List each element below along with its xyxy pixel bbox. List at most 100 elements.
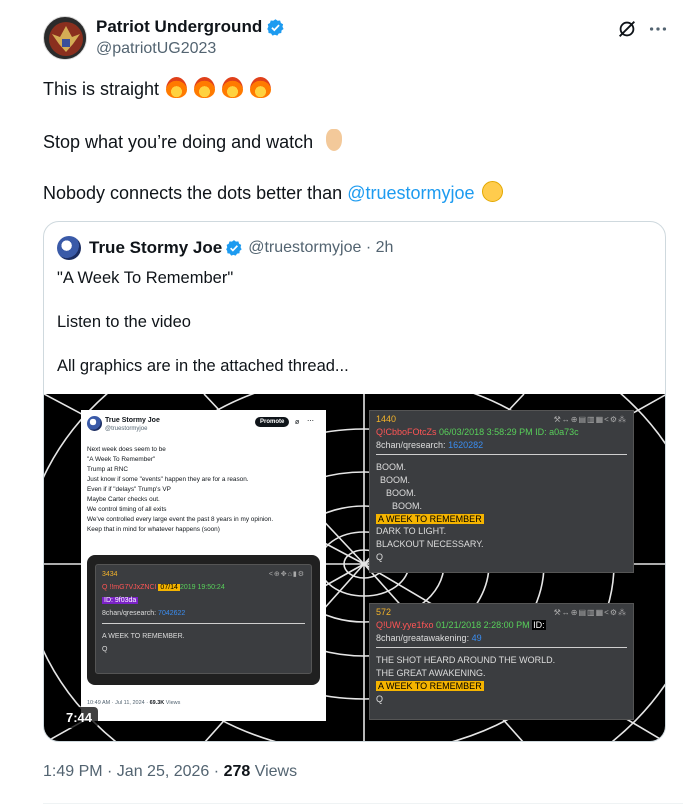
fire-emoji-icon <box>222 77 244 98</box>
qpost-id: ID: <box>532 619 546 630</box>
tweet-header: Patriot Underground @patriotUG2023 <box>43 12 683 68</box>
view-count-label: Views <box>254 763 298 780</box>
qpost-ref: 7042622 <box>158 610 186 617</box>
author-handle[interactable]: @patriotUG2023 <box>96 40 216 58</box>
screenshot-line: Keep that in mind for whatever happens (… <box>87 526 220 533</box>
fire-emoji-icon <box>250 77 272 98</box>
qpost-number: 572 <box>376 607 392 617</box>
qpost-date: 2019 19:50:24 <box>179 584 225 591</box>
view-count: 278 <box>223 763 251 780</box>
quoted-author-handle-time[interactable]: @truestormyjoe · 2h <box>248 239 393 257</box>
qpost-572: 572 ⚒↔⊕▤▥▦<⚙⁂ Q!UW.yye1fxo 01/21/2018 2:… <box>369 603 634 720</box>
qpost-sign: Q <box>376 551 384 562</box>
screenshot-more-icon: ⋯ <box>307 418 314 425</box>
fire-emoji-icon <box>166 77 188 98</box>
qpost-divider <box>102 623 305 624</box>
qpost-line: BOOM. <box>380 475 411 486</box>
screenshot-text: Next week does seem to be "A Week To Rem… <box>87 445 322 535</box>
qpost-trip: !UW.yye1fxo <box>383 619 434 630</box>
qpost-divider <box>376 454 627 456</box>
grok-icon[interactable] <box>616 18 638 40</box>
tweet-line-2-text: Stop what you’re doing and watch <box>43 132 314 152</box>
author-display-name[interactable]: Patriot Underground <box>96 17 262 37</box>
screenshot-line: Just know if some "events" happen they a… <box>87 476 249 483</box>
embedded-tweet-screenshot: True Stormy Joe @truestormyjoe Promote ø… <box>81 410 326 721</box>
screenshot-footer-time: 10:49 AM · Jul 11, 2024 · <box>87 700 149 706</box>
video-player[interactable]: True Stormy Joe @truestormyjoe Promote ø… <box>44 394 665 741</box>
screenshot-promote-button: Promote <box>255 417 290 427</box>
screenshot-line: Even if if "delays" Trump's VP <box>87 486 171 493</box>
qpost-id: ID: a0a73c <box>535 426 579 437</box>
qpost-divider <box>376 647 627 649</box>
qpost-tools-icon: ⚒↔⊕▤▥▦<⚙⁂ <box>553 415 627 424</box>
qpost-q: Q <box>102 584 108 591</box>
qpost-date: 06/03/2018 3:58:29 PM <box>439 426 533 437</box>
qpost-date-tag: 07/14 <box>158 584 180 591</box>
screenshot-line: Next week does seem to be <box>87 446 166 453</box>
screenshot-line: "A Week To Remember" <box>87 456 156 463</box>
mention-link[interactable]: @truestormyjoe <box>347 183 474 203</box>
qpost-tools-icon: <⊕✥⌂▮⚙ <box>268 571 305 578</box>
tweet-timestamp[interactable]: 1:49 PM · Jan 25, 2026 · <box>43 763 219 780</box>
qpost-line: BLACKOUT NECESSARY. <box>376 539 484 550</box>
quoted-tweet-header: True Stormy Joe @truestormyjoe · 2h <box>57 236 393 260</box>
qpost-date: 01/21/2018 2:28:00 PM <box>436 619 530 630</box>
qpost-tag: A WEEK TO REMEMBER <box>376 513 484 524</box>
qpost-number: 3434 <box>102 571 118 578</box>
verified-badge-icon <box>267 18 284 36</box>
screenshot-line: Maybe Carter checks out. <box>87 496 160 503</box>
tweet-text-line-2: Stop what you’re doing and watch <box>43 129 683 154</box>
video-duration-badge: 7:44 <box>60 707 99 728</box>
author-name-row: Patriot Underground <box>96 17 285 37</box>
tweet-meta: 1:49 PM · Jan 25, 2026 · 278 Views <box>43 763 297 781</box>
eagle-emblem-icon <box>45 18 86 59</box>
qpost-line: THE GREAT AWAKENING. <box>376 668 486 679</box>
qpost-line: DARK TO LIGHT. <box>376 526 447 537</box>
screenshot-line: We control timing of all exits <box>87 506 167 513</box>
quoted-tweet-card[interactable]: True Stormy Joe @truestormyjoe · 2h "A W… <box>43 221 666 742</box>
qpost-ref: 1620282 <box>448 439 484 450</box>
qpost-line: BOOM. <box>392 500 423 511</box>
qpost-trip: !!mG7VJxZNCI <box>109 584 157 591</box>
qpost-ref: 49 <box>471 632 482 643</box>
tweet-text-line-3: Nobody connects the dots better than @tr… <box>43 181 683 205</box>
screenshot-footer: 10:49 AM · Jul 11, 2024 · 69.3K Views <box>87 700 180 706</box>
screenshot-qpost: 3434 <⊕✥⌂▮⚙ Q !!mG7VJxZNCI 07/14 2019 19:5… <box>95 564 312 674</box>
author-avatar[interactable] <box>43 16 87 60</box>
more-icon[interactable] <box>647 18 669 40</box>
quoted-text-line-3: All graphics are in the attached thread.… <box>57 357 349 375</box>
qpost-sign: Q <box>102 646 108 653</box>
qpost-board: 8chan/qresearch: <box>102 610 157 617</box>
qpost-body: A WEEK TO REMEMBER. <box>102 633 185 640</box>
qpost-board: 8chan/qresearch: <box>376 439 446 450</box>
quoted-text-line-1: "A Week To Remember" <box>57 269 234 287</box>
qpost-line: BOOM. <box>376 462 407 473</box>
tweet-line-3-text: Nobody connects the dots better than <box>43 183 343 203</box>
tweet-text-line-1: This is straight <box>43 77 683 101</box>
quoted-author-avatar[interactable] <box>57 236 81 260</box>
screenshot-footer-views: 69.3K <box>149 700 165 706</box>
qpost-q: Q <box>376 426 384 437</box>
qpost-sign: Q <box>376 693 384 704</box>
qpost-id: ID: 9f03da <box>102 597 139 604</box>
screenshot-grok-icon: ø <box>295 419 300 426</box>
qpost-number: 1440 <box>376 414 397 424</box>
saluting-face-emoji-icon <box>481 181 503 202</box>
qpost-1440: 1440 ⚒↔⊕▤▥▦<⚙⁂ Q!CbboFOtcZs 06/03/2018 3… <box>369 410 634 573</box>
qpost-q: Q <box>376 619 384 630</box>
screenshot-line: Trump at RNC <box>87 466 128 473</box>
qpost-board: 8chan/greatawakening: <box>376 632 470 643</box>
screenshot-footer-views-label: Views <box>165 700 181 706</box>
qpost-tag: A WEEK TO REMEMBER <box>376 680 484 691</box>
screenshot-line: We've controlled every large event the p… <box>87 516 274 523</box>
fire-emoji-icon <box>194 77 216 98</box>
qpost-tools-icon: ⚒↔⊕▤▥▦<⚙⁂ <box>553 608 627 617</box>
quoted-author-name[interactable]: True Stormy Joe <box>89 238 222 258</box>
tweet-line-1-text: This is straight <box>43 79 160 99</box>
section-divider <box>43 803 683 804</box>
qpost-line: THE SHOT HEARD AROUND THE WORLD. <box>376 655 556 666</box>
qpost-trip: !CbboFOtcZs <box>383 426 437 437</box>
pointing-down-emoji-icon <box>326 129 343 151</box>
screenshot-avatar <box>87 416 102 431</box>
screenshot-author-handle: @truestormyjoe <box>105 426 148 432</box>
